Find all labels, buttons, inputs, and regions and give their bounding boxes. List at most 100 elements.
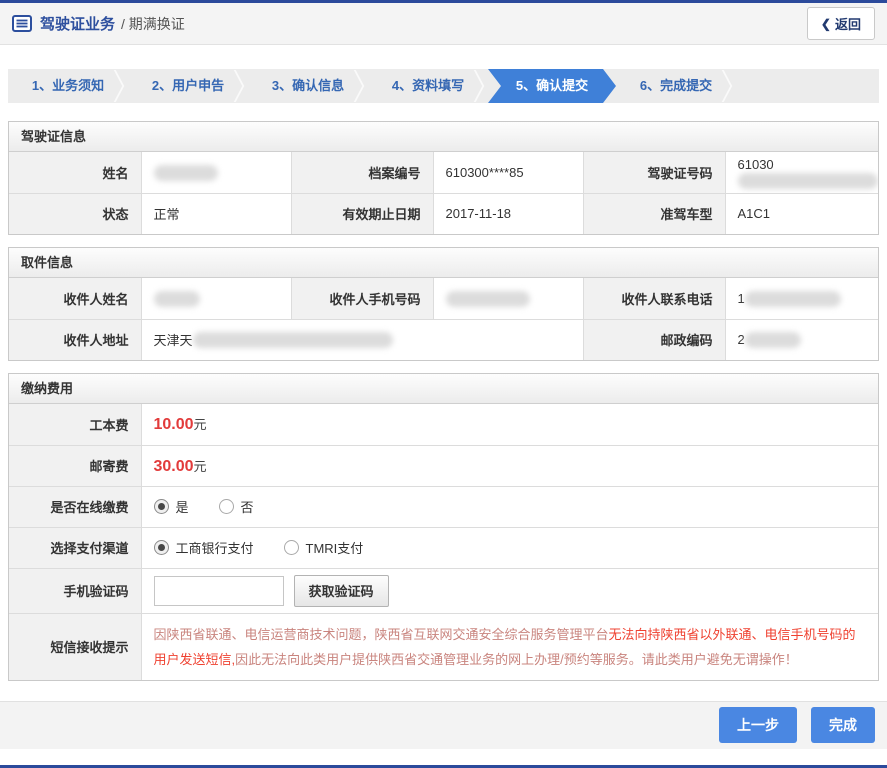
recipient-name-value — [140, 278, 292, 320]
step-1-business-notice[interactable]: 1、业务须知 — [8, 69, 128, 103]
payment-channel-options: 工商银行支付 TMRI支付 — [140, 526, 878, 569]
redacted-value — [153, 290, 200, 307]
finish-button[interactable]: 完成 — [811, 707, 875, 743]
step-separator — [352, 69, 364, 103]
contact-phone-label: 收件人联系电话 — [582, 278, 726, 320]
expiry-label: 有效期止日期 — [290, 192, 434, 234]
license-info-table: 姓名 档案编号 610300****85 驾驶证号码 61030 状态 正常 有… — [9, 152, 878, 234]
table-row: 选择支付渠道 工商银行支付 TMRI支付 — [9, 526, 878, 569]
sms-notice-part3: 因此无法向此类用户提供陕西省交通管理业务的网上办理/预约等服务。请此类用户避免无… — [235, 651, 798, 667]
license-list-icon — [12, 15, 32, 32]
step-6-complete-submit[interactable]: 6、完成提交 — [616, 69, 736, 103]
postcode-label: 邮政编码 — [582, 318, 726, 360]
redacted-value — [737, 172, 878, 189]
online-pay-yes-label: 是 — [175, 500, 189, 515]
table-row: 收件人姓名 收件人手机号码 收件人联系电话 1 — [9, 278, 878, 320]
sms-code-input[interactable] — [153, 575, 284, 606]
sms-code-label: 手机验证码 — [9, 567, 142, 614]
step-3-confirm-info[interactable]: 3、确认信息 — [248, 69, 368, 103]
contact-phone-value: 1 — [724, 278, 878, 320]
name-value — [140, 152, 292, 194]
redacted-value — [192, 331, 393, 348]
mailing-fee-unit: 元 — [193, 458, 207, 474]
table-row: 邮寄费 30.00元 — [9, 444, 878, 487]
radio-checked-icon — [153, 540, 169, 555]
redacted-value — [445, 290, 530, 307]
step-2-user-declaration[interactable]: 2、用户申告 — [128, 69, 248, 103]
page-title: 驾驶证业务 — [40, 16, 116, 33]
sms-code-field: 获取验证码 — [140, 567, 878, 614]
step-separator — [112, 69, 124, 103]
back-button-label: 返回 — [834, 17, 861, 32]
table-row: 是否在线缴费 是 否 — [9, 485, 878, 528]
back-button[interactable]: ❮ 返回 — [806, 7, 875, 40]
pickup-info-table: 收件人姓名 收件人手机号码 收件人联系电话 1 收件人地址 天津天 邮政编码 2 — [9, 278, 878, 360]
step-4-fill-materials[interactable]: 4、资料填写 — [368, 69, 488, 103]
previous-step-button[interactable]: 上一步 — [719, 707, 797, 743]
sms-notice-text: 因陕西省联通、电信运营商技术问题，陕西省互联网交通安全综合服务管理平台无法向持陕… — [140, 612, 878, 680]
section-fees: 缴纳费用 工本费 10.00元 邮寄费 30.00元 是否在线缴费 是 否 选择… — [8, 373, 879, 681]
vehicle-class-value: A1C1 — [724, 192, 878, 234]
mailing-fee-amount: 30.00 — [153, 457, 194, 475]
expiry-value: 2017-11-18 — [432, 192, 584, 234]
redacted-value — [744, 290, 841, 307]
online-pay-yes-option[interactable]: 是 — [153, 497, 189, 516]
step-separator — [232, 69, 244, 103]
mailing-fee-value: 30.00元 — [140, 444, 878, 487]
payment-channel-label: 选择支付渠道 — [9, 526, 142, 569]
online-pay-options: 是 否 — [140, 485, 878, 528]
channel-tmri-label: TMRI支付 — [305, 541, 364, 556]
postcode-value: 2 — [724, 318, 878, 360]
radio-unchecked-icon — [283, 540, 299, 555]
step-bar-filler — [736, 69, 879, 103]
breadcrumb: / 期满换证 — [121, 15, 185, 32]
file-no-value: 610300****85 — [432, 152, 584, 194]
production-fee-label: 工本费 — [9, 404, 142, 446]
sms-notice-label: 短信接收提示 — [9, 612, 142, 680]
sms-notice-part1: 因陕西省联通、电信运营商技术问题，陕西省互联网交通安全综合服务管理平台 — [153, 626, 609, 642]
recipient-mobile-label: 收件人手机号码 — [290, 278, 434, 320]
online-pay-no-label: 否 — [240, 500, 254, 515]
channel-icbc-option[interactable]: 工商银行支付 — [153, 538, 254, 557]
file-no-label: 档案编号 — [290, 152, 434, 194]
radio-unchecked-icon — [218, 499, 234, 514]
recipient-mobile-value — [432, 278, 584, 320]
channel-icbc-label: 工商银行支付 — [175, 541, 254, 556]
channel-tmri-option[interactable]: TMRI支付 — [283, 538, 364, 557]
vehicle-class-label: 准驾车型 — [582, 192, 726, 234]
table-row: 收件人地址 天津天 邮政编码 2 — [9, 318, 878, 360]
back-chevron-icon: ❮ — [820, 16, 831, 31]
status-label: 状态 — [9, 192, 142, 234]
table-row: 手机验证码 获取验证码 — [9, 567, 878, 614]
table-row: 状态 正常 有效期止日期 2017-11-18 准驾车型 A1C1 — [9, 192, 878, 234]
license-no-value: 61030 — [724, 152, 878, 194]
name-label: 姓名 — [9, 152, 142, 194]
online-pay-label: 是否在线缴费 — [9, 485, 142, 528]
address-label: 收件人地址 — [9, 318, 142, 360]
table-row: 姓名 档案编号 610300****85 驾驶证号码 61030 — [9, 152, 878, 194]
production-fee-amount: 10.00 — [153, 416, 194, 434]
mailing-fee-label: 邮寄费 — [9, 444, 142, 487]
status-value: 正常 — [140, 192, 292, 234]
redacted-value — [153, 164, 218, 181]
license-no-label: 驾驶证号码 — [582, 152, 726, 194]
recipient-name-label: 收件人姓名 — [9, 278, 142, 320]
step-separator — [472, 69, 484, 103]
section-title-fees: 缴纳费用 — [9, 374, 878, 404]
step-separator — [720, 69, 732, 103]
section-license-info: 驾驶证信息 姓名 档案编号 610300****85 驾驶证号码 61030 状… — [8, 121, 879, 235]
footer-action-bar: 上一步 完成 — [0, 700, 887, 749]
production-fee-value: 10.00元 — [140, 404, 878, 446]
table-row: 短信接收提示 因陕西省联通、电信运营商技术问题，陕西省互联网交通安全综合服务管理… — [9, 612, 878, 680]
get-code-button[interactable]: 获取验证码 — [293, 574, 389, 607]
step-wizard: 1、业务须知 2、用户申告 3、确认信息 4、资料填写 5、确认提交 6、完成提… — [8, 69, 879, 103]
section-title-pickup: 取件信息 — [9, 248, 878, 278]
redacted-value — [744, 332, 801, 349]
online-pay-no-option[interactable]: 否 — [218, 497, 254, 516]
step-5-confirm-submit-active[interactable]: 5、确认提交 — [488, 69, 616, 103]
fees-table: 工本费 10.00元 邮寄费 30.00元 是否在线缴费 是 否 选择支付渠道 … — [9, 404, 878, 680]
section-title-license: 驾驶证信息 — [9, 122, 878, 152]
production-fee-unit: 元 — [193, 417, 207, 433]
app-header: 驾驶证业务 / 期满换证 ❮ 返回 — [0, 3, 887, 45]
radio-checked-icon — [153, 499, 169, 514]
